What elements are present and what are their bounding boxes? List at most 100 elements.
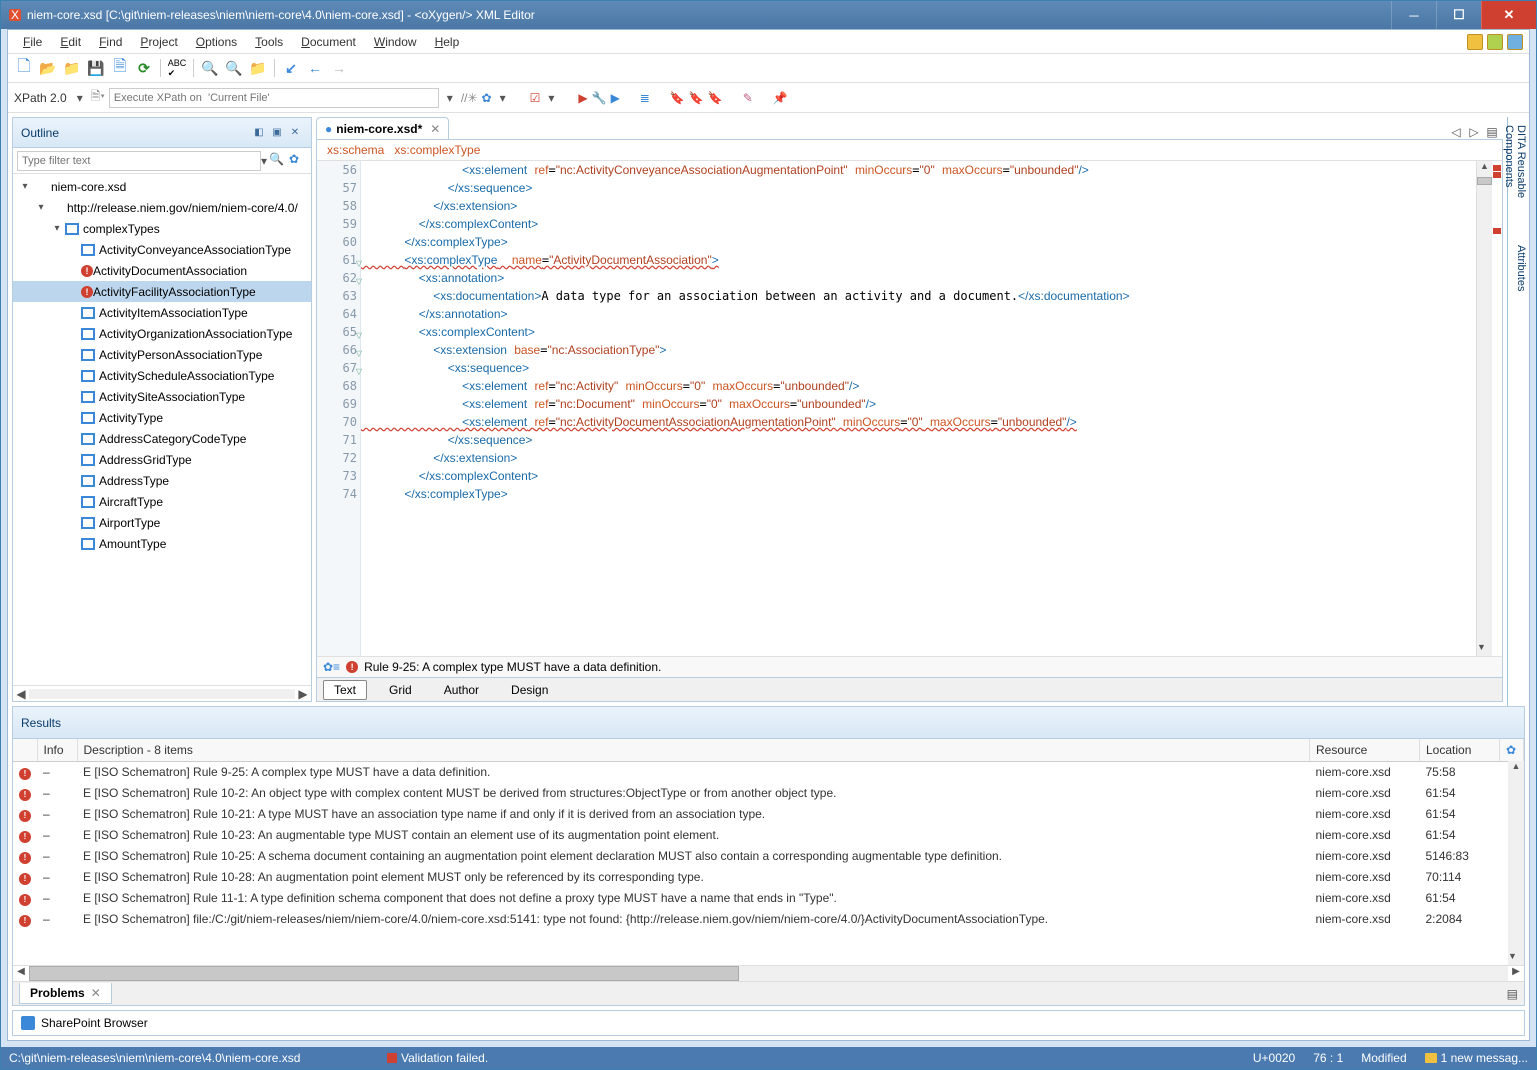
tree-item[interactable]: ActivityOrganizationAssociationType bbox=[13, 323, 311, 344]
xpath-version-dropdown-icon[interactable]: ▾ bbox=[73, 91, 87, 105]
code-line[interactable]: </xs:sequence> bbox=[361, 179, 1476, 197]
back-button[interactable]: ← bbox=[305, 58, 325, 78]
editor-marker-bar[interactable] bbox=[1492, 161, 1502, 656]
tree-item[interactable]: ▾ http://release.niem.gov/niem/niem-core… bbox=[13, 197, 311, 218]
status-messages[interactable]: 1 new messag... bbox=[1425, 1051, 1528, 1065]
menu-options[interactable]: Options bbox=[187, 33, 246, 51]
tree-item[interactable]: AircraftType bbox=[13, 491, 311, 512]
tree-item[interactable]: ActivityItemAssociationType bbox=[13, 302, 311, 323]
tab-close-icon[interactable]: ✕ bbox=[430, 122, 440, 136]
code-line[interactable]: <xs:annotation> bbox=[361, 269, 1476, 287]
results-row[interactable]: !–E [ISO Schematron] Rule 10-28: An augm… bbox=[13, 867, 1524, 888]
tree-item[interactable]: AirportType bbox=[13, 512, 311, 533]
indent-button[interactable]: ≣ bbox=[640, 91, 650, 105]
gear-icon[interactable]: ✿≡ bbox=[323, 660, 340, 674]
xpath-settings-icon[interactable]: ✿ bbox=[482, 91, 492, 105]
code-line[interactable]: <xs:complexContent> bbox=[361, 323, 1476, 341]
results-row[interactable]: !–E [ISO Schematron] file:/C:/git/niem-r… bbox=[13, 909, 1524, 930]
results-row[interactable]: !–E [ISO Schematron] Rule 10-23: An augm… bbox=[13, 825, 1524, 846]
menu-window[interactable]: Window bbox=[365, 33, 426, 51]
results-row[interactable]: !–E [ISO Schematron] Rule 9-25: A comple… bbox=[13, 761, 1524, 783]
code-line[interactable]: </xs:extension> bbox=[361, 197, 1476, 215]
search-files-button[interactable]: 📁 bbox=[248, 58, 268, 78]
tab-problems[interactable]: Problems ✕ bbox=[19, 983, 112, 1004]
menu-edit[interactable]: Edit bbox=[51, 33, 90, 51]
results-col-loc[interactable]: Location bbox=[1420, 739, 1500, 761]
next-bookmark-button[interactable]: 🔖 bbox=[689, 91, 704, 105]
tree-item[interactable]: ActivityScheduleAssociationType bbox=[13, 365, 311, 386]
code-line[interactable]: <xs:extension base="nc:AssociationType"> bbox=[361, 341, 1476, 359]
tree-toggle-icon[interactable]: ▾ bbox=[33, 202, 49, 213]
xpath-target-icon[interactable]: 🗎▾ bbox=[91, 87, 105, 108]
tree-item[interactable]: ActivityPersonAssociationType bbox=[13, 344, 311, 365]
outline-undock-icon[interactable]: ◧ bbox=[251, 125, 267, 141]
tree-item[interactable]: ActivityType bbox=[13, 407, 311, 428]
tree-toggle-icon[interactable]: ▾ bbox=[49, 223, 65, 234]
code-line[interactable]: <xs:element ref="nc:ActivityDocumentAsso… bbox=[361, 413, 1476, 431]
search-button[interactable]: 🔍 bbox=[200, 58, 220, 78]
sidebar-panel-attributes[interactable]: Attributes bbox=[1508, 237, 1529, 357]
sidebar-panel-dita-reusable-components[interactable]: DITA Reusable Components bbox=[1508, 117, 1529, 237]
save-button[interactable]: 💾 bbox=[86, 58, 106, 78]
results-row[interactable]: !–E [ISO Schematron] Rule 10-25: A schem… bbox=[13, 846, 1524, 867]
reload-button[interactable]: ⟳ bbox=[134, 58, 154, 78]
xpath-input[interactable] bbox=[109, 88, 439, 108]
outline-filter-input[interactable] bbox=[17, 151, 261, 171]
tree-item[interactable]: ▾ niem-core.xsd bbox=[13, 176, 311, 197]
outline-settings-icon[interactable]: ✿ bbox=[289, 152, 307, 170]
tab-list-icon[interactable]: ▤ bbox=[1485, 125, 1499, 139]
tree-toggle-icon[interactable]: ▾ bbox=[17, 181, 33, 192]
outline-pin-icon[interactable]: ▣ bbox=[269, 125, 285, 141]
tree-item[interactable]: AmountType bbox=[13, 533, 311, 554]
prev-bookmark-button[interactable]: 🔖 bbox=[708, 91, 723, 105]
results-row[interactable]: !–E [ISO Schematron] Rule 11-1: A type d… bbox=[13, 888, 1524, 909]
spellcheck-button[interactable]: ABC✔ bbox=[167, 58, 187, 78]
menu-find[interactable]: Find bbox=[90, 33, 131, 51]
editor-code-area[interactable]: <xs:element ref="nc:ActivityConveyanceAs… bbox=[361, 161, 1476, 656]
results-col-desc[interactable]: Description - 8 items bbox=[77, 739, 1310, 761]
breadcrumb-item-2[interactable]: xs:complexType bbox=[394, 143, 480, 157]
bookmark-button[interactable]: 🔖 bbox=[670, 91, 685, 105]
results-horizontal-scrollbar[interactable]: ◀ ▶ bbox=[13, 965, 1524, 981]
bottom-tabs-list-icon[interactable]: ▤ bbox=[1507, 987, 1518, 1001]
search-replace-button[interactable]: 🔍 bbox=[224, 58, 244, 78]
xpath-history-dropdown-icon[interactable]: ▾ bbox=[443, 91, 457, 105]
mode-grid[interactable]: Grid bbox=[379, 681, 422, 699]
results-col-info[interactable]: Info bbox=[37, 739, 77, 761]
external-tool-button[interactable]: ↙ bbox=[281, 58, 301, 78]
editor-tab-niem-core[interactable]: ● niem-core.xsd* ✕ bbox=[316, 117, 449, 139]
code-line[interactable]: <xs:sequence> bbox=[361, 359, 1476, 377]
mode-author[interactable]: Author bbox=[434, 681, 489, 699]
menu-file[interactable]: File bbox=[14, 33, 51, 51]
outline-filter-dropdown-icon[interactable]: ▾ bbox=[261, 154, 267, 168]
perspective-icon-3[interactable] bbox=[1507, 34, 1523, 50]
editor-gutter[interactable]: 565758596061▽62▽636465▽66▽67▽68697071727… bbox=[317, 161, 361, 656]
code-line[interactable]: </xs:complexType> bbox=[361, 485, 1476, 503]
perspective-icon-2[interactable] bbox=[1487, 34, 1503, 50]
code-line[interactable]: <xs:element ref="nc:Activity" minOccurs=… bbox=[361, 377, 1476, 395]
transform-scenario-button[interactable]: ▶ bbox=[611, 91, 620, 105]
code-line[interactable]: </xs:annotation> bbox=[361, 305, 1476, 323]
code-line[interactable]: <xs:complexType name="ActivityDocumentAs… bbox=[361, 251, 1476, 269]
tab-nav-prev-icon[interactable]: ◁ bbox=[1449, 125, 1463, 139]
tree-item[interactable]: AddressType bbox=[13, 470, 311, 491]
code-line[interactable]: </xs:sequence> bbox=[361, 431, 1476, 449]
transform-config-button[interactable]: 🔧 bbox=[592, 91, 607, 105]
tab-problems-close-icon[interactable]: ✕ bbox=[91, 986, 101, 1000]
mode-text[interactable]: Text bbox=[323, 680, 367, 700]
new-file-button[interactable]: 🗋 bbox=[14, 58, 34, 78]
open-folder-button[interactable]: 📁 bbox=[62, 58, 82, 78]
tree-item[interactable]: ActivityConveyanceAssociationType bbox=[13, 239, 311, 260]
outline-close-icon[interactable]: ✕ bbox=[287, 125, 303, 141]
results-row[interactable]: !–E [ISO Schematron] Rule 10-2: An objec… bbox=[13, 783, 1524, 804]
tree-item[interactable]: ! ActivityDocumentAssociation bbox=[13, 260, 311, 281]
window-maximize-button[interactable]: ☐ bbox=[1436, 1, 1481, 29]
open-file-button[interactable]: 📂 bbox=[38, 58, 58, 78]
transform-button[interactable]: ▶ bbox=[578, 91, 587, 105]
results-vertical-scrollbar[interactable]: ▲▼ bbox=[1508, 761, 1524, 965]
pin-button[interactable]: 📌 bbox=[773, 91, 788, 105]
outline-tree[interactable]: ▾ niem-core.xsd ▾ http://release.niem.go… bbox=[13, 174, 311, 685]
tree-item[interactable]: ! ActivityFacilityAssociationType bbox=[13, 281, 311, 302]
window-minimize-button[interactable]: ─ bbox=[1391, 1, 1436, 29]
code-line[interactable]: </xs:complexContent> bbox=[361, 215, 1476, 233]
